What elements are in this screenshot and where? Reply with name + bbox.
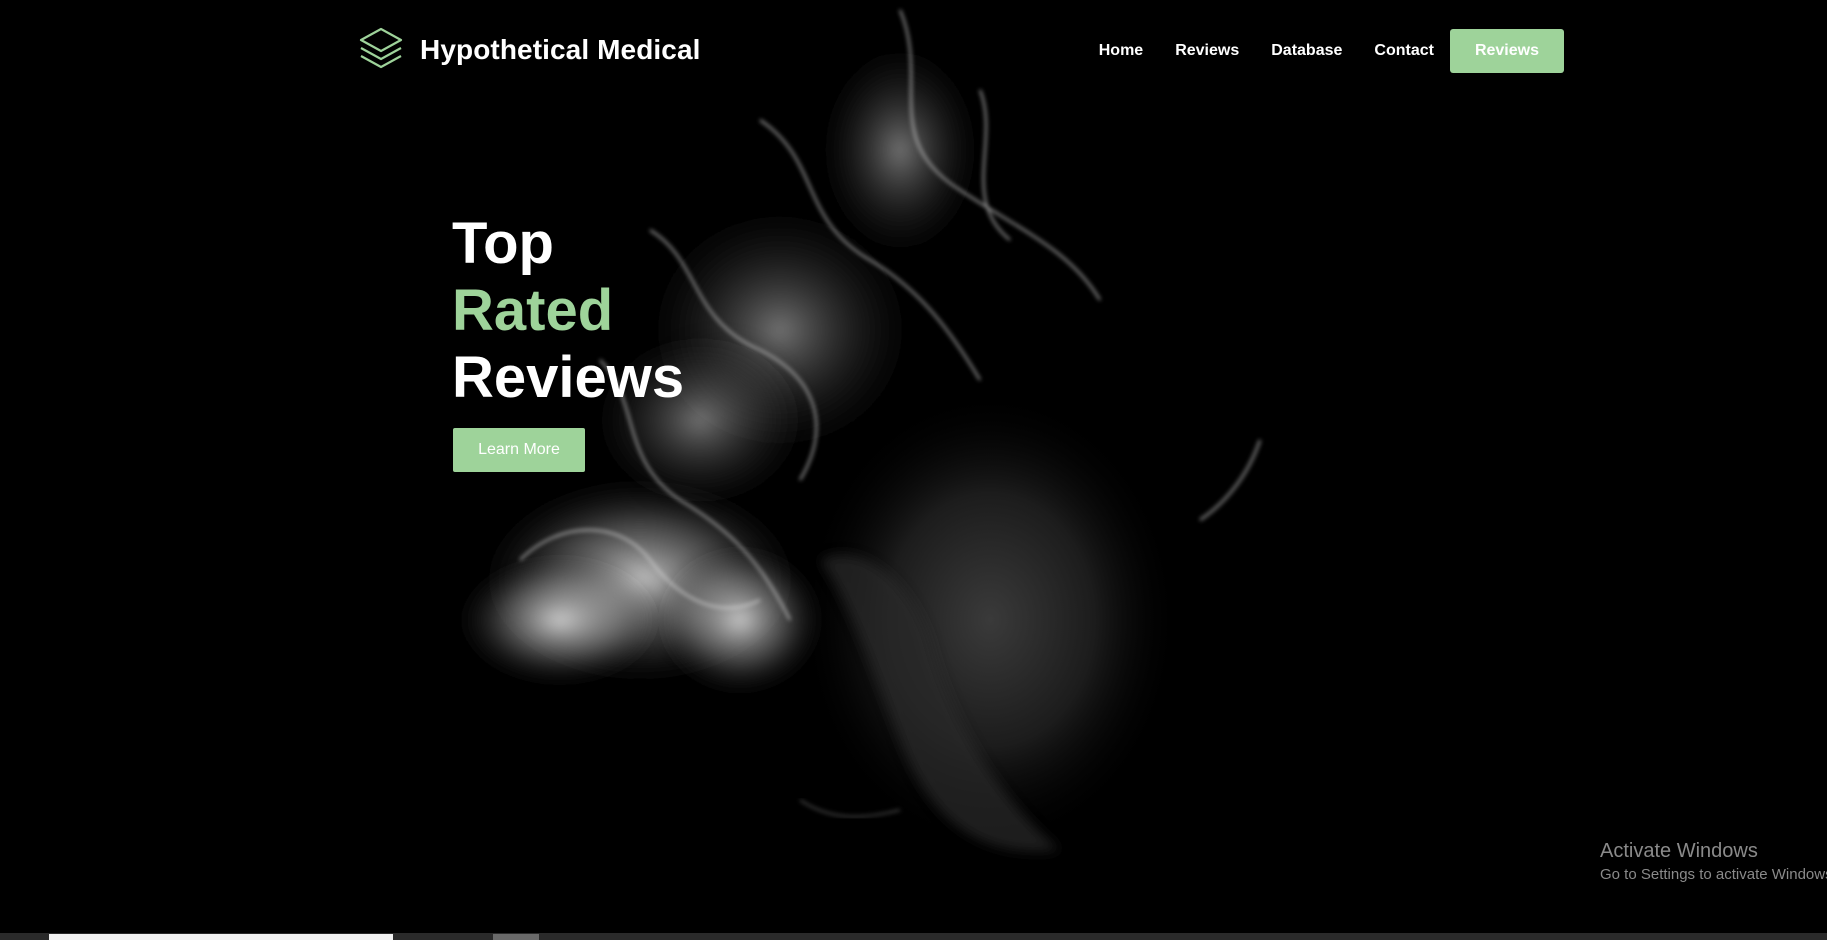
scrollbar-marker bbox=[493, 934, 539, 940]
layers-icon bbox=[359, 27, 403, 69]
nav-reviews[interactable]: Reviews bbox=[1175, 42, 1239, 60]
top-navigation: Hypothetical Medical Home Reviews Databa… bbox=[0, 0, 1827, 100]
nav-reviews-cta-button[interactable]: Reviews bbox=[1449, 29, 1564, 73]
scrollbar-thumb[interactable] bbox=[49, 934, 393, 940]
hero-section: Hypothetical Medical Home Reviews Databa… bbox=[0, 0, 1827, 940]
nav-contact[interactable]: Contact bbox=[1374, 42, 1434, 60]
headline-line-top: Top bbox=[452, 211, 554, 276]
brand-name: Hypothetical Medical bbox=[420, 34, 701, 65]
hero-background-image bbox=[450, 9, 1262, 852]
watermark-title: Activate Windows bbox=[1600, 840, 1758, 862]
watermark-subtitle: Go to Settings to activate Windows. bbox=[1600, 866, 1827, 883]
hero-headline: Top Rated Reviews bbox=[452, 210, 684, 411]
windows-activation-watermark: Activate Windows Go to Settings to activ… bbox=[1600, 840, 1827, 883]
headline-line-rated: Rated bbox=[452, 278, 614, 343]
headline-line-reviews: Reviews bbox=[452, 345, 685, 410]
nav-home[interactable]: Home bbox=[1099, 42, 1143, 60]
main-menu: Home Reviews Database Contact Reviews bbox=[1099, 29, 1564, 73]
brand[interactable]: Hypothetical Medical bbox=[358, 26, 701, 74]
nav-database[interactable]: Database bbox=[1271, 42, 1342, 60]
learn-more-button[interactable]: Learn More bbox=[453, 428, 585, 472]
